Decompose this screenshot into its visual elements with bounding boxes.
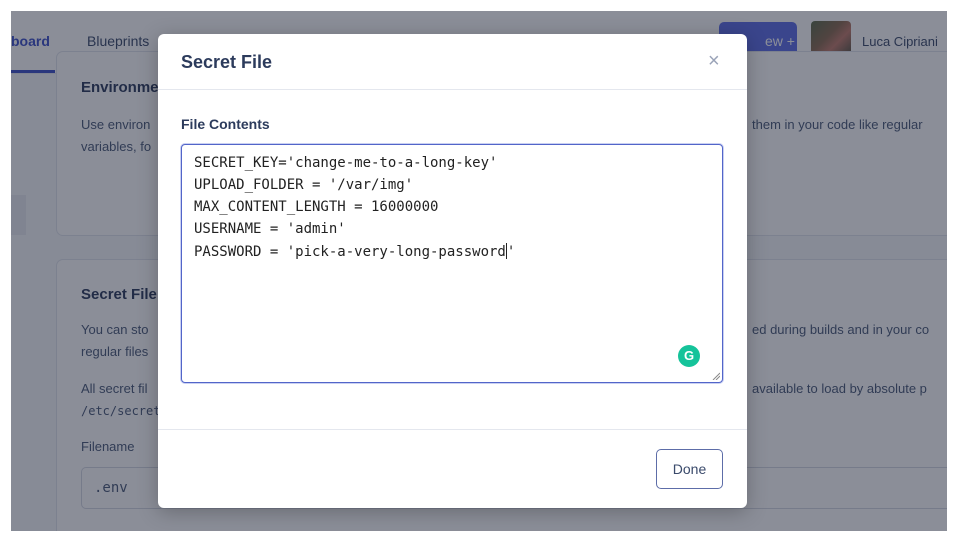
modal-footer-divider [158,429,747,430]
resize-handle-icon[interactable] [712,372,720,380]
code-line: USERNAME = 'admin' [194,221,346,237]
code-line: SECRET_KEY='change-me-to-a-long-key' [194,155,498,171]
modal-header-divider [158,89,747,90]
code-text-before-caret: PASSWORD = 'pick-a-very-long-password [194,244,506,260]
done-button[interactable]: Done [656,449,723,489]
modal-title: Secret File [181,52,273,72]
code-line: MAX_CONTENT_LENGTH = 16000000 [194,199,439,215]
code-line: PASSWORD = 'pick-a-very-long-password' [194,243,515,260]
file-contents-label: File Contents [181,116,270,132]
code-text-after-caret: ' [506,244,516,260]
secret-file-modal: Secret File × File Contents SECRET_KEY='… [158,34,747,508]
app-viewport: board Blueprints ew + Luca Cipriani Envi… [11,11,947,531]
code-line: UPLOAD_FOLDER = '/var/img' [194,177,414,193]
close-icon[interactable]: × [708,50,720,73]
file-contents-textarea[interactable]: SECRET_KEY='change-me-to-a-long-key' UPL… [181,144,723,383]
grammarly-icon[interactable]: G [678,345,700,367]
